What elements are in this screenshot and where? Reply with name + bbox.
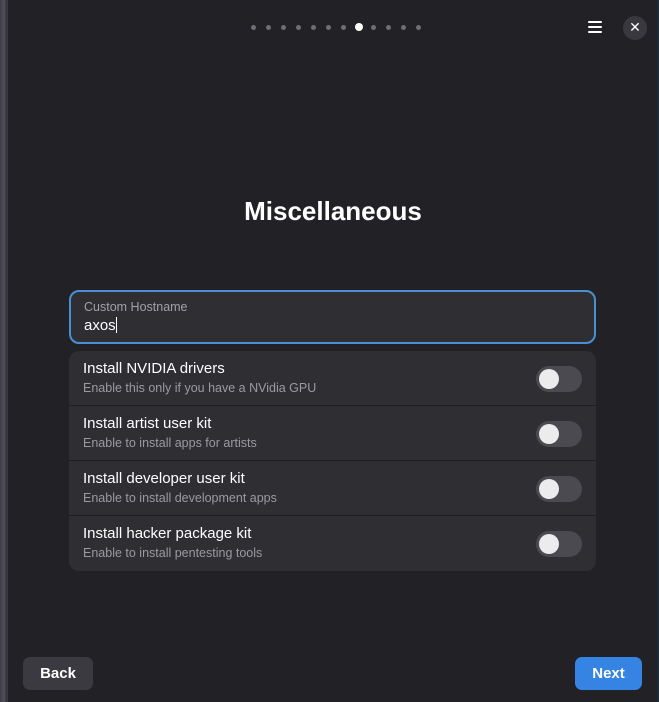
- option-hacker-kit: Install hacker package kit Enable to ins…: [69, 516, 596, 571]
- page-dot-6[interactable]: [326, 25, 331, 30]
- options-list: Install NVIDIA drivers Enable this only …: [69, 351, 596, 571]
- next-button[interactable]: Next: [575, 657, 642, 690]
- page-title: Miscellaneous: [244, 196, 422, 226]
- developer-kit-toggle[interactable]: [536, 476, 582, 502]
- option-subtitle: Enable this only if you have a NVidia GP…: [83, 381, 317, 395]
- page-dot-5[interactable]: [311, 25, 316, 30]
- option-subtitle: Enable to install development apps: [83, 491, 277, 505]
- option-title: Install hacker package kit: [83, 525, 252, 542]
- hostname-label: Custom Hostname: [84, 300, 188, 314]
- option-title: Install NVIDIA drivers: [83, 360, 225, 377]
- option-artist-kit: Install artist user kit Enable to instal…: [69, 406, 596, 461]
- option-subtitle: Enable to install pentesting tools: [83, 546, 263, 560]
- option-developer-kit: Install developer user kit Enable to ins…: [69, 461, 596, 516]
- hostname-field[interactable]: Custom Hostname axos: [69, 290, 596, 344]
- option-title: Install developer user kit: [83, 470, 245, 487]
- hamburger-menu-icon[interactable]: [584, 16, 606, 38]
- page-dot-3[interactable]: [281, 25, 286, 30]
- hacker-kit-toggle[interactable]: [536, 531, 582, 557]
- page-dot-4[interactable]: [296, 25, 301, 30]
- hostname-value: axos: [84, 317, 116, 334]
- page-indicator: [251, 23, 431, 31]
- close-icon[interactable]: ✕: [623, 16, 647, 40]
- page-dot-9[interactable]: [371, 25, 376, 30]
- page-dot-10[interactable]: [386, 25, 391, 30]
- hostname-input[interactable]: axos: [84, 317, 581, 334]
- toggle-knob: [539, 534, 559, 554]
- option-subtitle: Enable to install apps for artists: [83, 436, 257, 450]
- page-dot-2[interactable]: [266, 25, 271, 30]
- artist-kit-toggle[interactable]: [536, 421, 582, 447]
- nvidia-drivers-toggle[interactable]: [536, 366, 582, 392]
- option-nvidia-drivers: Install NVIDIA drivers Enable this only …: [69, 351, 596, 406]
- installer-window: ✕ Miscellaneous Custom Hostname axos Ins…: [7, 0, 657, 702]
- page-dot-1[interactable]: [251, 25, 256, 30]
- text-caret: [115, 317, 117, 333]
- toggle-knob: [539, 479, 559, 499]
- toggle-knob: [539, 369, 559, 389]
- toggle-knob: [539, 424, 559, 444]
- page-dot-8-active[interactable]: [355, 23, 363, 31]
- page-dot-12[interactable]: [416, 25, 421, 30]
- option-title: Install artist user kit: [83, 415, 212, 432]
- page-dot-11[interactable]: [401, 25, 406, 30]
- page-dot-7[interactable]: [341, 25, 346, 30]
- back-button[interactable]: Back: [23, 657, 93, 690]
